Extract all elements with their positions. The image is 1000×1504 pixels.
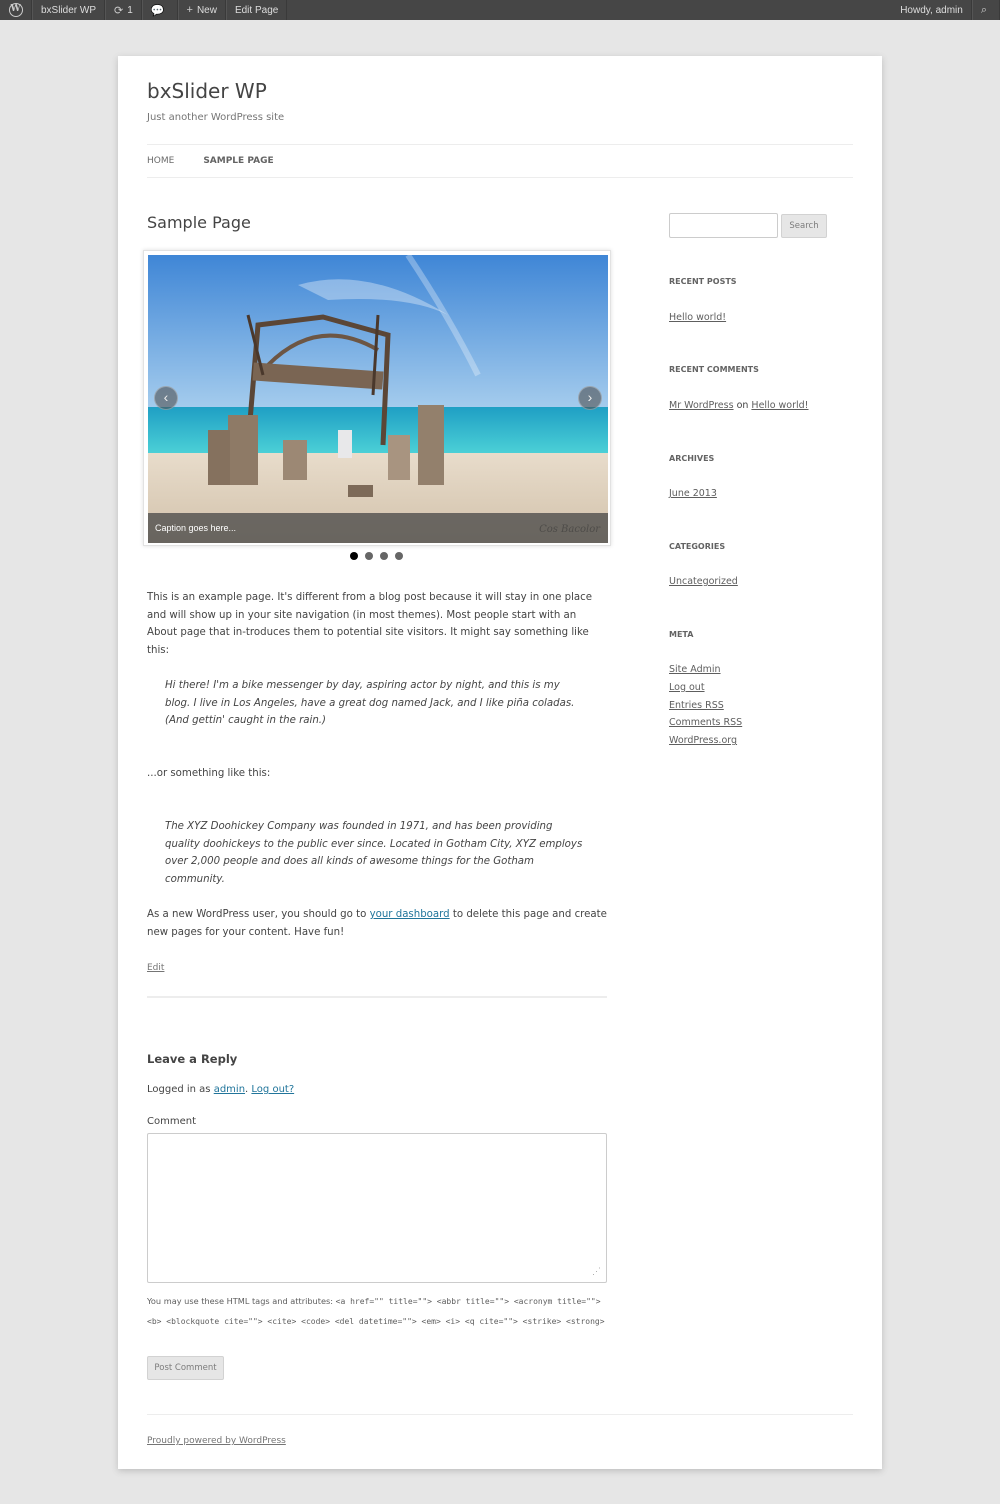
recent-comment-item: Mr WordPress on Hello world! (669, 397, 809, 415)
allowed-tags-note: You may use these HTML tags and attribut… (147, 1292, 617, 1331)
site-description: Just another WordPress site (147, 112, 285, 123)
logged-in-as: Logged in as admin. Log out? (147, 1084, 294, 1095)
widget-title-categories: CATEGORIES (669, 542, 726, 551)
comment-author-link[interactable]: Mr WordPress (669, 400, 734, 411)
adminbar-search[interactable]: ⌕ (971, 0, 1000, 20)
footer-credit-link[interactable]: Proudly powered by WordPress (147, 1436, 286, 1446)
adminbar-howdy[interactable]: Howdy, admin (892, 0, 972, 20)
adminbar-new[interactable]: + New (177, 0, 226, 20)
adminbar-updates[interactable]: ⟳ 1 (105, 0, 142, 20)
adminbar-edit-page[interactable]: Edit Page (225, 0, 288, 20)
archives-list: June 2013 (669, 485, 717, 503)
logged-in-prefix: Logged in as (147, 1084, 214, 1095)
adminbar-site-name[interactable]: bxSlider WP (32, 0, 106, 20)
widget-title-archives: ARCHIVES (669, 454, 715, 463)
blockquote-bike-messenger: Hi there! I'm a bike messenger by day, a… (165, 680, 575, 727)
reply-title: Leave a Reply (147, 1052, 238, 1066)
refresh-icon: ⟳ (114, 4, 124, 17)
widget-title-meta: META (669, 630, 694, 639)
comment-textarea[interactable]: ⋰ (147, 1133, 607, 1283)
allowed-tags-prefix: You may use these HTML tags and attribut… (147, 1296, 336, 1306)
widget-title-recent-comments: RECENT COMMENTS (669, 365, 759, 374)
recent-posts-list: Hello world! (669, 309, 726, 327)
new-label: New (196, 4, 217, 16)
search-icon: ⌕ (980, 3, 987, 16)
categories-list: Uncategorized (669, 573, 738, 591)
comment-post-link[interactable]: Hello world! (751, 400, 808, 411)
adminbar-comments[interactable]: 💬 (141, 0, 178, 20)
meta-link-wordpress-org[interactable]: WordPress.org (669, 735, 737, 746)
archive-link[interactable]: June 2013 (669, 488, 717, 499)
pager-dot[interactable] (395, 552, 403, 560)
meta-link-log-out[interactable]: Log out (669, 682, 705, 693)
post-comment-button[interactable]: Post Comment (147, 1356, 224, 1380)
slider-pager (350, 552, 403, 560)
dashboard-link[interactable]: your dashboard (370, 909, 450, 920)
recent-post-link[interactable]: Hello world! (669, 312, 726, 323)
edit-page-link[interactable]: Edit (147, 963, 164, 973)
logout-link[interactable]: Log out? (251, 1084, 294, 1095)
comment-label: Comment (147, 1116, 196, 1127)
search-button[interactable]: Search (781, 214, 827, 238)
photo-watermark: Cos Bacolor (539, 524, 600, 535)
paragraph-dashboard: As a new WordPress user, you should go t… (147, 906, 607, 941)
wordpress-logo-icon[interactable]: W (0, 0, 32, 20)
admin-bar: W bxSlider WP ⟳ 1 💬 + New Edit Page Howd… (0, 0, 1000, 20)
blockquote-doohickey: The XYZ Doohickey Company was founded in… (165, 821, 583, 885)
slide-image: Caption goes here... Cos Bacolor ‹ › (148, 255, 608, 543)
updates-count: 1 (127, 4, 133, 16)
footer-divider (147, 1414, 853, 1415)
meta-link-entries-rss[interactable]: Entries RSS (669, 700, 724, 711)
paragraph-or-something: ...or something like this: (147, 768, 271, 779)
image-slider: Caption goes here... Cos Bacolor ‹ › (143, 250, 611, 546)
user-profile-link[interactable]: admin (214, 1084, 245, 1095)
comment-bubble-icon: 💬 (150, 4, 165, 17)
site-title[interactable]: bxSlider WP (147, 79, 267, 103)
nav-item-home[interactable]: HOME (147, 156, 174, 166)
pager-dot[interactable] (350, 552, 358, 560)
category-link[interactable]: Uncategorized (669, 576, 738, 587)
widget-title-recent-posts: RECENT POSTS (669, 277, 737, 286)
recent-comments-list: Mr WordPress on Hello world! (669, 397, 809, 415)
meta-link-comments-rss[interactable]: Comments RSS (669, 717, 742, 728)
meta-list: Site Admin Log out Entries RSS Comments … (669, 661, 742, 750)
meta-link-site-admin[interactable]: Site Admin (669, 664, 721, 675)
dashboard-text-before: As a new WordPress user, you should go t… (147, 909, 370, 920)
nav-item-sample-page[interactable]: SAMPLE PAGE (203, 156, 273, 166)
paragraph-intro: This is an example page. It's different … (147, 592, 593, 656)
main-navigation: HOME SAMPLE PAGE (147, 144, 853, 178)
pager-dot[interactable] (365, 552, 373, 560)
page-container: bxSlider WP Just another WordPress site … (118, 56, 882, 1469)
comment-on-text: on (733, 400, 752, 411)
slider-next-button[interactable]: › (578, 386, 602, 410)
resize-grip-icon[interactable]: ⋰ (592, 1266, 601, 1277)
content-divider (147, 996, 607, 998)
slider-prev-button[interactable]: ‹ (154, 386, 178, 410)
page-title: Sample Page (147, 213, 251, 232)
search-input[interactable] (669, 213, 778, 238)
pager-dot[interactable] (380, 552, 388, 560)
plus-icon: + (186, 4, 193, 16)
